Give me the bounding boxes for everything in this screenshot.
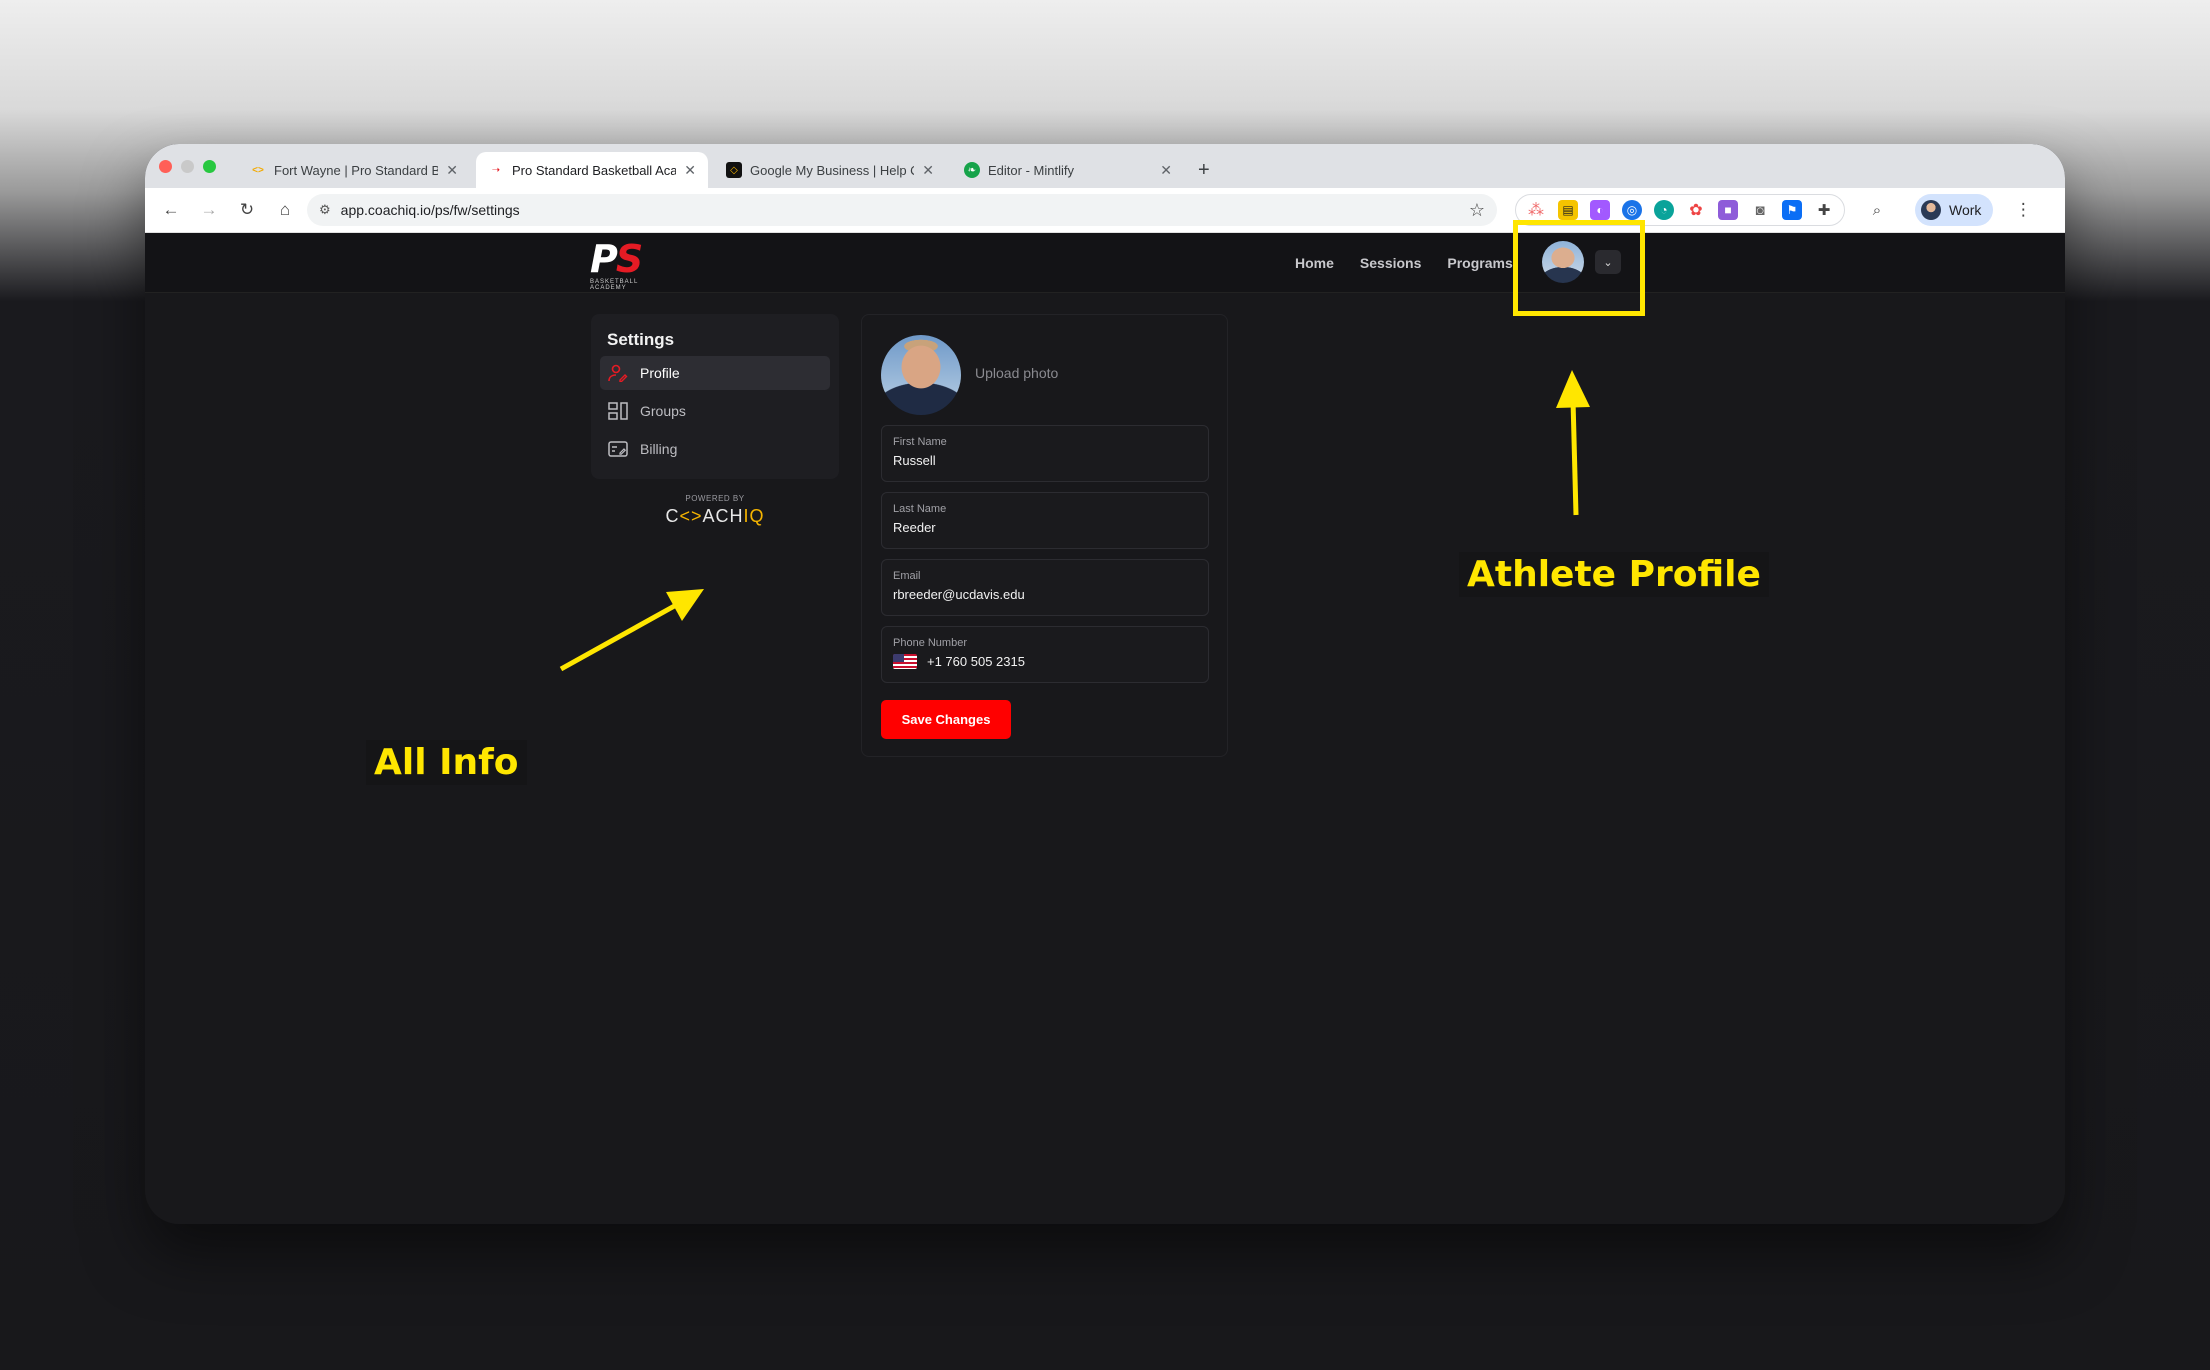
extension-blue-circle-icon[interactable]: ◎ xyxy=(1622,200,1642,220)
field-value: Reeder xyxy=(893,520,936,535)
profile-photo[interactable] xyxy=(881,335,961,415)
main-nav: Home Sessions Programs xyxy=(1295,233,1513,293)
tab-title: Pro Standard Basketball Acad xyxy=(512,162,677,178)
sidebar-item-groups[interactable]: Groups xyxy=(600,394,830,428)
browser-tab-mintlify[interactable]: ❧ Editor - Mintlify ✕ xyxy=(952,152,1184,188)
coachiq-logo: C<>ACHIQ xyxy=(591,506,839,527)
profile-form-card: Upload photo First Name Russell Last Nam… xyxy=(861,314,1228,757)
brand-part: IQ xyxy=(743,506,765,526)
save-changes-button[interactable]: Save Changes xyxy=(881,700,1011,739)
maximize-window-button[interactable] xyxy=(203,159,216,173)
brand-part: <> xyxy=(679,506,703,526)
ps-academy-logo[interactable]: PS BASKETBALL ACADEMY xyxy=(590,240,668,291)
browser-profile-button[interactable]: Work xyxy=(1915,194,1994,226)
asana-icon[interactable]: ⁂ xyxy=(1526,200,1546,220)
field-value: +1 760 505 2315 xyxy=(927,654,1025,669)
window-controls xyxy=(159,144,216,188)
address-bar: ← → ↻ ⌂ ⚙ app.coachiq.io/ps/fw/settings … xyxy=(145,188,2065,233)
settings-sidebar: Settings Profile Groups Billing xyxy=(591,314,839,479)
billing-icon xyxy=(608,440,628,458)
phone-number-field[interactable]: Phone Number +1 760 505 2315 xyxy=(881,626,1209,683)
logo-mark-right: S xyxy=(615,237,643,281)
figma-icon[interactable]: ◐ xyxy=(1590,200,1610,220)
athlete-profile-annotation: Athlete Profile xyxy=(1459,552,1769,597)
bracket-icon: ◇ xyxy=(726,162,742,178)
tab-title: Editor - Mintlify xyxy=(988,162,1074,178)
field-value: Russell xyxy=(893,453,936,468)
sidebar-item-label: Profile xyxy=(640,365,680,381)
groups-icon xyxy=(608,402,628,420)
sidebar-item-profile[interactable]: Profile xyxy=(600,356,830,390)
camera-icon[interactable]: ◙ xyxy=(1750,200,1770,220)
app-header: PS BASKETBALL ACADEMY Home Sessions Prog… xyxy=(145,233,2065,293)
extensions-puzzle-icon[interactable]: ✚ xyxy=(1814,200,1834,220)
minimize-window-button[interactable] xyxy=(181,159,194,173)
browser-tab-pro-standard[interactable]: ➝ Pro Standard Basketball Acad ✕ xyxy=(476,152,708,188)
bookmark-star-icon[interactable]: ☆ xyxy=(1469,200,1485,221)
field-label: First Name xyxy=(893,436,947,448)
home-icon[interactable]: ⌂ xyxy=(269,194,301,226)
browser-tab-google-my-business[interactable]: ◇ Google My Business | Help C ✕ xyxy=(714,152,946,188)
tab-search-icon[interactable]: ⌕ xyxy=(1861,194,1893,226)
tab-title: Google My Business | Help C xyxy=(750,162,915,178)
extension-purple-icon[interactable]: ■ xyxy=(1718,200,1738,220)
field-label: Last Name xyxy=(893,503,947,515)
first-name-field[interactable]: First Name Russell xyxy=(881,425,1209,482)
last-name-field[interactable]: Last Name Reeder xyxy=(881,492,1209,549)
field-label: Phone Number xyxy=(893,637,967,649)
reload-icon[interactable]: ↻ xyxy=(231,194,263,226)
powered-by-label: POWERED BY xyxy=(685,494,745,503)
extension-flower-icon[interactable]: ✿ xyxy=(1686,200,1706,220)
nav-home[interactable]: Home xyxy=(1295,255,1334,271)
browser-tab-fort-wayne[interactable]: <> Fort Wayne | Pro Standard Ba ✕ xyxy=(238,152,470,188)
sidebar-item-billing[interactable]: Billing xyxy=(600,432,830,466)
us-flag-icon[interactable] xyxy=(893,654,917,669)
brand-part: ACH xyxy=(702,506,744,526)
close-tab-icon[interactable]: ✕ xyxy=(922,162,934,179)
back-icon[interactable]: ← xyxy=(155,194,187,226)
sidebar-item-label: Groups xyxy=(640,403,686,419)
nav-programs[interactable]: Programs xyxy=(1447,255,1512,271)
settings-page: PS BASKETBALL ACADEMY Home Sessions Prog… xyxy=(145,233,2065,1224)
athlete-profile-highlight-box xyxy=(1513,220,1645,316)
new-tab-button[interactable]: + xyxy=(1198,152,1210,188)
sidebar-title: Settings xyxy=(607,330,675,349)
field-label: Email xyxy=(893,570,921,582)
profile-avatar xyxy=(1921,200,1941,220)
nav-sessions[interactable]: Sessions xyxy=(1360,255,1421,271)
close-tab-icon[interactable]: ✕ xyxy=(1160,162,1172,179)
close-tab-icon[interactable]: ✕ xyxy=(446,162,458,179)
all-info-annotation: All Info xyxy=(366,740,527,785)
close-tab-icon[interactable]: ✕ xyxy=(684,162,696,179)
tab-bar: <> Fort Wayne | Pro Standard Ba ✕ ➝ Pro … xyxy=(145,144,2065,188)
browser-menu-icon[interactable]: ⋮ xyxy=(2007,194,2039,226)
browser-window: <> Fort Wayne | Pro Standard Ba ✕ ➝ Pro … xyxy=(145,144,2065,1224)
extension-flag-icon[interactable]: ⚑ xyxy=(1782,200,1802,220)
code-diamond-icon: <> xyxy=(252,164,264,176)
ps-logo-icon: ➝ xyxy=(491,164,501,176)
email-field[interactable]: Email rbreeder@ucdavis.edu xyxy=(881,559,1209,616)
extension-yellow-icon[interactable]: ▤ xyxy=(1558,200,1578,220)
phone-value-row: +1 760 505 2315 xyxy=(893,654,1197,669)
extension-teal-icon[interactable]: ◔ xyxy=(1654,200,1674,220)
field-value: rbreeder@ucdavis.edu xyxy=(893,587,1025,602)
url-input[interactable]: ⚙ app.coachiq.io/ps/fw/settings ☆ xyxy=(307,194,1497,226)
site-settings-icon[interactable]: ⚙ xyxy=(319,202,331,218)
tab-title: Fort Wayne | Pro Standard Ba xyxy=(274,162,439,178)
user-edit-icon xyxy=(608,364,628,382)
url-text: app.coachiq.io/ps/fw/settings xyxy=(340,202,520,218)
profile-label: Work xyxy=(1949,202,1982,218)
upload-photo-button[interactable]: Upload photo xyxy=(975,365,1058,381)
close-window-button[interactable] xyxy=(159,159,172,173)
forward-icon[interactable]: → xyxy=(193,194,225,226)
logo-mark-left: P xyxy=(590,237,618,281)
screenshot-stage: <> Fort Wayne | Pro Standard Ba ✕ ➝ Pro … xyxy=(0,0,2210,1370)
powered-by-coachiq: POWERED BY C<>ACHIQ xyxy=(591,494,839,527)
logo-subtitle: BASKETBALL ACADEMY xyxy=(590,279,639,291)
sidebar-item-label: Billing xyxy=(640,441,678,457)
mintlify-leaf-icon: ❧ xyxy=(964,162,980,178)
brand-part: C xyxy=(665,506,680,526)
